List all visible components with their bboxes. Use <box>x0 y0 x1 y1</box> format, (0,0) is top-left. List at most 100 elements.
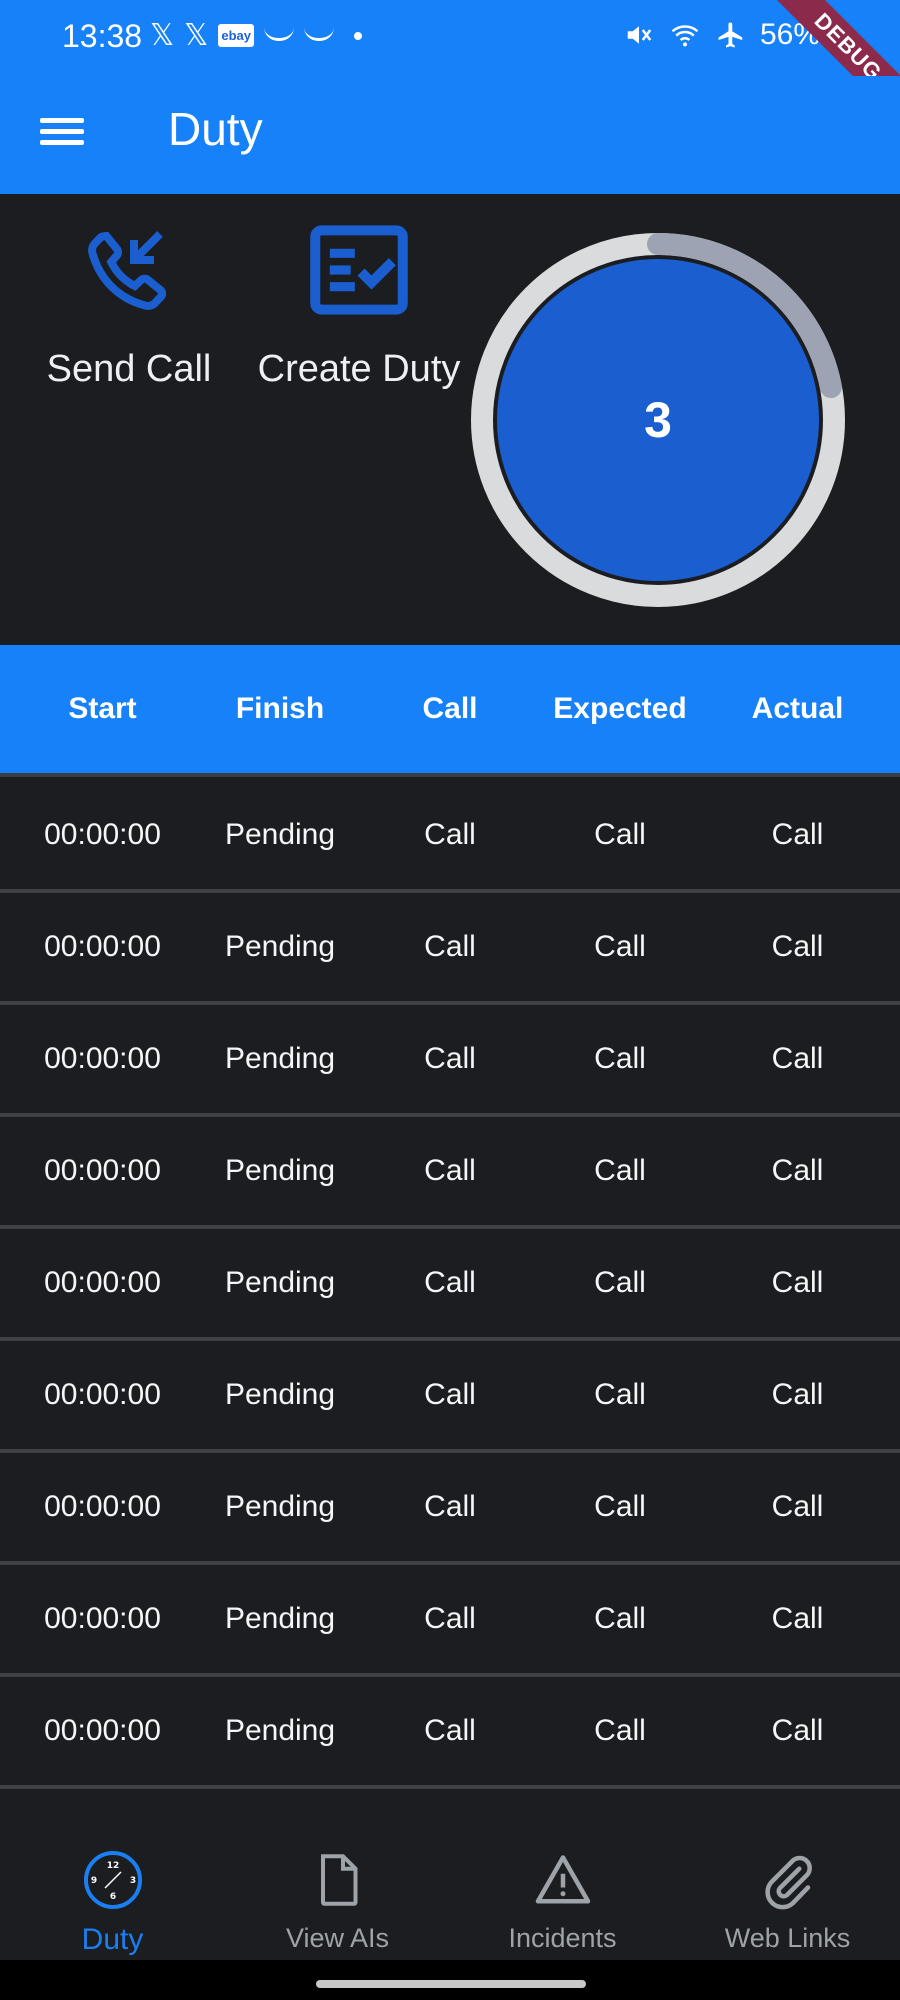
menu-icon[interactable] <box>40 112 90 158</box>
bottom-nav: 12 3 6 9 Duty View AIs Incidents Web Lin… <box>0 1820 900 1960</box>
warning-icon <box>535 1855 590 1904</box>
amazon-icon <box>263 27 294 41</box>
cell-start: 00:00:00 <box>44 1714 161 1747</box>
cell-start: 00:00:00 <box>44 930 161 963</box>
cell-expected: Call <box>594 1714 646 1747</box>
cell-expected: Call <box>594 1602 646 1635</box>
clock-icon: 12 3 6 9 <box>83 1851 142 1909</box>
cell-call: Call <box>424 1378 476 1411</box>
cell-expected: Call <box>594 1378 646 1411</box>
cell-actual: Call <box>771 1378 824 1411</box>
table-row[interactable]: 00:00:00 Pending Call Call Call <box>0 1565 900 1677</box>
gesture-area <box>0 1960 900 2000</box>
counter-value: 3 <box>644 392 672 448</box>
header-finish: Finish <box>235 692 325 725</box>
ebay-icon: ebay <box>218 24 254 47</box>
cell-start: 00:00:00 <box>44 1378 161 1411</box>
table-row[interactable]: 00:00:00 Pending Call Call Call <box>0 1117 900 1229</box>
cell-expected: Call <box>594 930 646 963</box>
cell-actual: Call <box>771 1154 824 1187</box>
cell-finish: Pending <box>224 1154 336 1187</box>
x-logo-icon: 𝕏 <box>184 19 209 52</box>
cell-finish: Pending <box>224 1602 336 1635</box>
table-row[interactable]: 00:00:00 Pending Call Call Call <box>0 781 900 893</box>
nav-view-ais-label: View AIs <box>285 1923 390 1953</box>
cell-expected: Call <box>594 818 646 851</box>
wifi-icon <box>671 25 699 47</box>
cell-call: Call <box>424 1714 476 1747</box>
cell-actual: Call <box>771 930 824 963</box>
cell-start: 00:00:00 <box>44 1266 161 1299</box>
table-header: Start Finish Call Expected Actual <box>0 645 900 777</box>
send-call-button[interactable]: Send Call <box>36 231 222 391</box>
table-row[interactable]: 00:00:00 Pending Call Call Call <box>0 1229 900 1341</box>
svg-text:6: 6 <box>109 1892 115 1902</box>
header-start: Start <box>68 692 137 725</box>
duty-counter: 3 <box>470 232 846 608</box>
create-duty-label: Create Duty <box>257 348 461 390</box>
system-icons: 56% <box>624 18 820 52</box>
incoming-call-icon <box>88 231 167 310</box>
checklist-icon <box>310 225 408 315</box>
table-row[interactable]: 00:00:00 Pending Call Call Call <box>0 1453 900 1565</box>
cell-expected: Call <box>594 1266 646 1299</box>
cell-call: Call <box>424 1154 476 1187</box>
cell-finish: Pending <box>224 818 336 851</box>
notification-icons: 𝕏 𝕏 ebay <box>150 18 362 53</box>
paperclip-icon <box>764 1855 812 1910</box>
cell-finish: Pending <box>224 1490 336 1523</box>
table-row[interactable]: 00:00:00 Pending Call Call Call <box>0 893 900 1005</box>
header-actual: Actual <box>751 692 844 725</box>
create-duty-button[interactable]: Create Duty <box>254 225 464 391</box>
cell-call: Call <box>424 1602 476 1635</box>
nav-incidents[interactable]: Incidents <box>450 1820 675 1960</box>
cell-finish: Pending <box>224 1266 336 1299</box>
nav-view-ais[interactable]: View AIs <box>225 1820 450 1960</box>
header-call: Call <box>422 692 478 725</box>
nav-web-links-label: Web Links <box>724 1923 851 1953</box>
cell-expected: Call <box>594 1154 646 1187</box>
cell-start: 00:00:00 <box>44 1042 161 1075</box>
cell-finish: Pending <box>224 1714 336 1747</box>
cell-actual: Call <box>771 1602 824 1635</box>
svg-text:3: 3 <box>129 1876 135 1886</box>
svg-text:12: 12 <box>106 1861 119 1871</box>
page-title: Duty <box>168 103 263 155</box>
duty-table: 00:00:00 Pending Call Call Call 00:00:00… <box>0 781 900 1789</box>
svg-text:9: 9 <box>90 1876 96 1886</box>
table-row[interactable]: 00:00:00 Pending Call Call Call <box>0 1005 900 1117</box>
x-logo-icon: 𝕏 <box>150 19 175 52</box>
cell-actual: Call <box>771 1490 824 1523</box>
app-bar: Duty <box>0 76 900 194</box>
table-row[interactable]: 00:00:00 Pending Call Call Call <box>0 1341 900 1453</box>
cell-start: 00:00:00 <box>44 1154 161 1187</box>
cell-finish: Pending <box>224 1042 336 1075</box>
nav-duty[interactable]: 12 3 6 9 Duty <box>0 1820 225 1960</box>
nav-duty-label: Duty <box>81 1923 144 1956</box>
action-area: Send Call Create Duty 3 <box>0 194 900 644</box>
status-time: 13:38 <box>62 18 143 54</box>
cell-start: 00:00:00 <box>44 818 161 851</box>
cell-call: Call <box>424 818 476 851</box>
send-call-label: Send Call <box>46 348 212 390</box>
cell-call: Call <box>424 1042 476 1075</box>
cell-call: Call <box>424 1266 476 1299</box>
document-icon <box>320 1854 357 1906</box>
table-row[interactable]: 00:00:00 Pending Call Call Call <box>0 1677 900 1789</box>
header-expected: Expected <box>553 692 687 725</box>
nav-web-links[interactable]: Web Links <box>675 1820 900 1960</box>
cell-actual: Call <box>771 1266 824 1299</box>
cell-actual: Call <box>771 1042 824 1075</box>
cell-finish: Pending <box>224 1378 336 1411</box>
cell-start: 00:00:00 <box>44 1490 161 1523</box>
cell-call: Call <box>424 930 476 963</box>
cell-start: 00:00:00 <box>44 1602 161 1635</box>
amazon-icon <box>303 27 334 41</box>
cell-actual: Call <box>771 818 824 851</box>
cell-expected: Call <box>594 1042 646 1075</box>
mute-icon <box>627 26 652 44</box>
airplane-icon <box>718 22 743 48</box>
cell-expected: Call <box>594 1490 646 1523</box>
status-bar: 13:38 𝕏 𝕏 ebay 56% DEBUG <box>0 0 900 130</box>
gesture-bar[interactable] <box>316 1980 586 1988</box>
